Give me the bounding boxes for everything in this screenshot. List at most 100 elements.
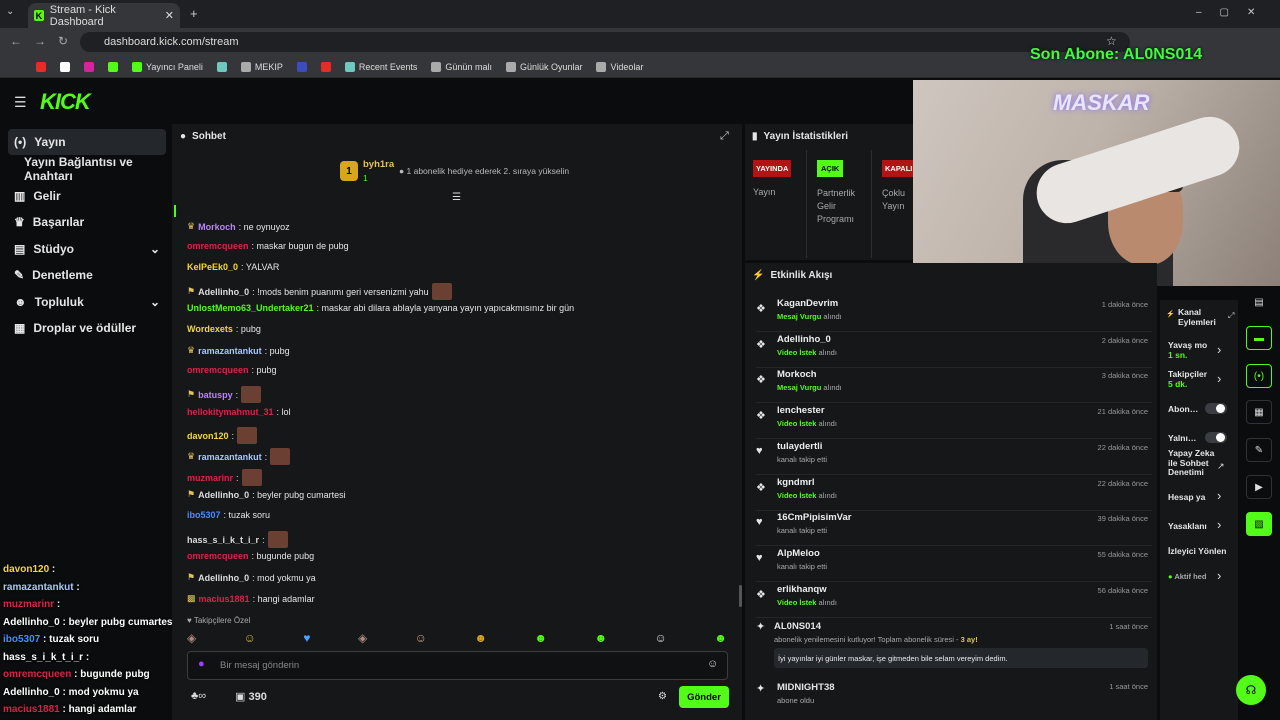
address-input[interactable]: dashboard.kick.com/stream bbox=[80, 32, 1130, 52]
kick-logo[interactable]: KICK bbox=[40, 89, 91, 115]
wrench-icon[interactable]: ✎ bbox=[1246, 438, 1272, 462]
notes-icon[interactable]: ▤ bbox=[1246, 290, 1272, 314]
emote-icon[interactable]: ☻ bbox=[534, 631, 547, 647]
only-mode-toggle[interactable] bbox=[1205, 432, 1227, 443]
event-user[interactable]: Morkoch bbox=[777, 369, 817, 380]
emote-icon[interactable]: ☺ bbox=[415, 631, 427, 647]
instagram-icon[interactable] bbox=[84, 61, 94, 72]
chat-username[interactable]: hass_s_i_k_t_i_r bbox=[187, 535, 259, 545]
chevron-right-icon[interactable]: › bbox=[1217, 488, 1221, 503]
bookmark-3[interactable]: Recent Events bbox=[344, 61, 417, 72]
support-icon[interactable]: ☊ bbox=[1236, 675, 1266, 705]
channel-actions-title: Kanal Eylemleri bbox=[1178, 307, 1216, 327]
bookmark-icon-2[interactable] bbox=[296, 61, 307, 72]
chat-username[interactable]: Adellinho_0 bbox=[198, 287, 249, 297]
new-tab-icon[interactable]: + bbox=[190, 6, 198, 21]
chat-username[interactable]: ramazantankut bbox=[198, 452, 262, 462]
bookmark-6[interactable]: Videolar bbox=[596, 61, 643, 72]
sidebar-item-yayin[interactable]: (•) Yayın bbox=[8, 129, 166, 155]
chevron-right-icon[interactable]: › bbox=[1217, 568, 1221, 583]
mic-icon[interactable]: ● bbox=[198, 658, 205, 670]
chat-icon[interactable]: ▬ bbox=[1246, 326, 1272, 350]
bookmark-5[interactable]: Günlük Oyunlar bbox=[505, 61, 582, 72]
chat-username[interactable]: davon120 bbox=[187, 431, 229, 441]
layout-icon[interactable]: ▦ bbox=[1246, 400, 1272, 424]
bookmark-icon[interactable] bbox=[216, 61, 227, 72]
chat-username[interactable]: omremcqueen bbox=[187, 551, 249, 561]
emoji-picker-icon[interactable]: ☺ bbox=[707, 658, 718, 670]
clapper-icon[interactable]: ▧ bbox=[1246, 512, 1272, 536]
chat-username[interactable]: KelPeEk0_0 bbox=[187, 262, 238, 272]
close-tab-icon[interactable]: ✕ bbox=[165, 9, 174, 22]
popout-icon[interactable]: ⤢ bbox=[1228, 311, 1234, 321]
emote-icon[interactable]: ☻ bbox=[474, 631, 487, 647]
chat-username[interactable]: Adellinho_0 bbox=[198, 573, 249, 583]
hamburger-icon[interactable]: ☰ bbox=[14, 94, 27, 111]
emote-icon[interactable]: ♥ bbox=[303, 631, 310, 647]
x-icon[interactable] bbox=[60, 61, 70, 72]
chat-username[interactable]: ramazantankut bbox=[198, 346, 262, 356]
sidebar-item-denetleme[interactable]: ✎ Denetleme bbox=[8, 262, 166, 288]
external-icon[interactable]: ↗ bbox=[1217, 461, 1225, 472]
broadcast-icon[interactable]: (•) bbox=[1246, 364, 1272, 388]
emote-icon[interactable]: ☺ bbox=[655, 631, 667, 647]
bookmark-1[interactable]: Yayıncı Paneli bbox=[132, 61, 203, 72]
chat-username[interactable]: UnlostMemo63_Undertaker21 bbox=[187, 303, 314, 313]
sub-user[interactable]: MIDNIGHT38 bbox=[777, 682, 835, 693]
top-gifter[interactable]: byh1ra bbox=[363, 159, 394, 170]
chat-username[interactable]: ibo5307 bbox=[187, 510, 221, 520]
kick-bookmark-icon[interactable] bbox=[108, 61, 118, 72]
sidebar-item-gelir[interactable]: ▥ Gelir bbox=[8, 183, 166, 209]
popout-icon[interactable]: ⤢ bbox=[720, 130, 729, 143]
chat-username[interactable]: Wordexets bbox=[187, 324, 233, 334]
chat-username[interactable]: omremcqueen bbox=[187, 365, 249, 375]
emote-icon[interactable]: ☻ bbox=[594, 631, 607, 647]
event-user[interactable]: erlikhanqw bbox=[777, 584, 827, 595]
chevron-right-icon[interactable]: › bbox=[1217, 371, 1221, 386]
sub-mode-toggle[interactable] bbox=[1205, 403, 1227, 414]
resub-user[interactable]: AL0NS014 bbox=[774, 621, 821, 632]
emote-icon[interactable]: ◈ bbox=[187, 631, 196, 647]
event-user[interactable]: tulaydertli bbox=[777, 441, 822, 452]
settings-gear-icon[interactable]: ⚙ bbox=[658, 691, 667, 702]
chat-username[interactable]: muzmarinr bbox=[187, 473, 233, 483]
browser-tab[interactable]: K Stream - Kick Dashboard ✕ bbox=[28, 3, 180, 28]
event-user[interactable]: Adellinho_0 bbox=[777, 334, 831, 345]
sidebar-item-studyo[interactable]: ▤ Stüdyo ⌄ bbox=[8, 236, 166, 262]
youtube-icon-2[interactable] bbox=[320, 61, 331, 72]
sidebar-item-basarilar[interactable]: ♛ Başarılar bbox=[8, 209, 166, 235]
emote-icon[interactable]: ◈ bbox=[358, 631, 367, 647]
chat-header: ● Sohbet bbox=[180, 131, 226, 142]
chevron-right-icon[interactable]: › bbox=[1217, 517, 1221, 532]
emote-icon[interactable]: ☺ bbox=[244, 631, 256, 647]
nav-arrows-icon[interactable]: ←→↻ bbox=[10, 34, 80, 48]
chat-username[interactable]: Morkoch bbox=[198, 222, 236, 232]
chat-username[interactable]: omremcqueen bbox=[187, 241, 249, 251]
chat-username[interactable]: macius1881 bbox=[199, 594, 250, 604]
chat-scrollbar[interactable] bbox=[739, 585, 742, 607]
window-controls[interactable]: –▢✕ bbox=[1196, 7, 1273, 18]
chat-text: : bbox=[262, 534, 265, 545]
youtube-icon[interactable] bbox=[36, 61, 46, 72]
send-button[interactable]: Gönder bbox=[679, 686, 729, 708]
event-user[interactable]: 16CmPipisimVar bbox=[777, 512, 851, 523]
tab-search-icon[interactable]: ⌄ bbox=[6, 6, 14, 17]
event-user[interactable]: lenchester bbox=[777, 405, 825, 416]
event-user[interactable]: kgndmrl bbox=[777, 477, 814, 488]
video-icon[interactable]: ▶ bbox=[1246, 475, 1272, 499]
bookmark-2[interactable]: MEKIP bbox=[240, 61, 283, 72]
sidebar-item-droplar[interactable]: ▦ Droplar ve ödüller bbox=[8, 315, 166, 341]
overlay-username: hass_s_i_k_t_i_r bbox=[3, 651, 84, 663]
chevron-right-icon[interactable]: › bbox=[1217, 342, 1221, 357]
event-user[interactable]: AlpMeloo bbox=[777, 548, 820, 559]
neon-sign: MASKAR bbox=[1053, 90, 1150, 115]
emote-icon[interactable]: ☻ bbox=[714, 631, 727, 647]
sidebar-item-topluluk[interactable]: ☻ Topluluk ⌄ bbox=[8, 289, 166, 315]
chat-username[interactable]: Adellinho_0 bbox=[198, 490, 249, 500]
sidebar-item-stream-key[interactable]: Yayın Bağlantısı ve Anahtarı bbox=[8, 155, 166, 183]
chat-username[interactable]: hellokitymahmut_31 bbox=[187, 407, 274, 417]
chat-username[interactable]: batuspy bbox=[198, 390, 233, 400]
collapse-icon[interactable]: ☰ bbox=[452, 192, 461, 203]
bookmark-4[interactable]: Günün malı bbox=[431, 61, 492, 72]
event-user[interactable]: KaganDevrim bbox=[777, 298, 838, 309]
